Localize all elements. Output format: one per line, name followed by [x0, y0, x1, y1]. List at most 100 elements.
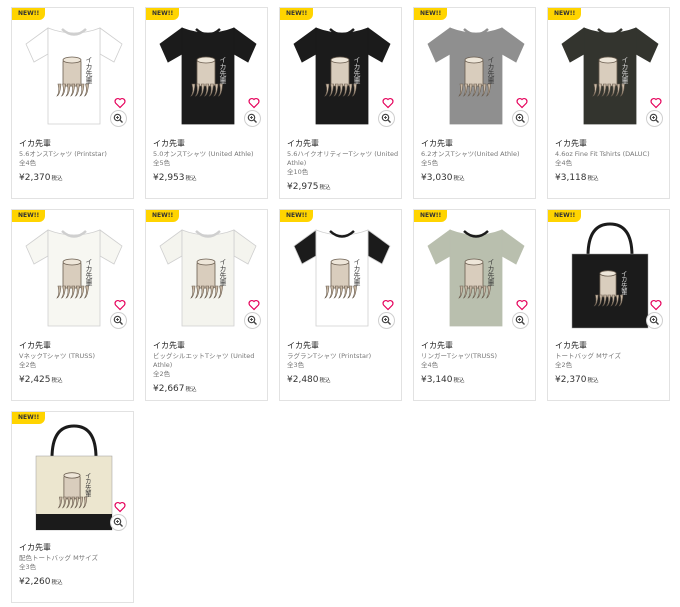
color-count: 全5色 [421, 159, 439, 167]
product-name[interactable]: イカ先輩 [19, 340, 131, 351]
sleeve-left [159, 27, 183, 63]
magnifier-icon[interactable] [110, 514, 127, 531]
heart-icon[interactable] [516, 94, 528, 109]
color-count: 全2色 [153, 370, 171, 378]
heart-icon[interactable] [650, 94, 662, 109]
heart-icon[interactable] [248, 296, 260, 311]
color-count: 全3色 [287, 361, 305, 369]
tax-label: 税込 [453, 378, 465, 384]
sleeve-left [25, 27, 49, 63]
product-name[interactable]: イカ先輩 [153, 340, 265, 351]
sleeve-left [427, 27, 451, 63]
price-value: ¥2,370 [19, 173, 51, 183]
price-value: ¥2,975 [287, 182, 319, 192]
tax-label: 税込 [51, 176, 63, 182]
magnifier-icon[interactable] [512, 110, 529, 127]
magnifier-icon[interactable] [244, 312, 261, 329]
design-text: イカ先輩 [487, 258, 495, 287]
product-name[interactable]: イカ先輩 [421, 138, 533, 149]
product-type: トートバッグ Mサイズ [555, 352, 621, 360]
product-name[interactable]: イカ先輩 [421, 340, 533, 351]
product-card[interactable]: NEW!! イカ先輩 イカ先輩 5.0オンスTシャツ (United Athle) 全5… [145, 7, 268, 199]
product-type: ビッグシルエットTシャツ (United Athle) [153, 352, 255, 369]
product-price: ¥2,667税込 [153, 383, 265, 396]
product-info: イカ先輩 ビッグシルエットTシャツ (United Athle) 全2色 ¥2,667… [153, 340, 265, 396]
product-card[interactable]: NEW!! イカ先輩 イカ先輩 ビッグシルエットTシャツ (United Athle)… [145, 209, 268, 401]
magnifier-icon[interactable] [110, 110, 127, 127]
product-info: イカ先輩 リンガーTシャツ(TRUSS) 全4色 ¥3,140税込 [421, 340, 533, 387]
product-card[interactable]: NEW!! イカ先輩 イカ先輩 リンガーTシャツ(TRUSS) 全4色 ¥3,140税込 [413, 209, 536, 401]
product-name[interactable]: イカ先輩 [555, 340, 667, 351]
color-count: 全4色 [421, 361, 439, 369]
product-card[interactable]: NEW!! イカ先輩 イカ先輩 5.6ハイクオリティーTシャツ (United Ath… [279, 7, 402, 199]
magnifier-icon[interactable] [646, 312, 663, 329]
magnifier-icon[interactable] [110, 312, 127, 329]
product-card[interactable]: NEW!! イカ先輩 イカ先輩 VネックTシャツ (TRUSS) 全2色 ¥2,425税込 [11, 209, 134, 401]
price-value: ¥2,260 [19, 577, 51, 587]
price-value: ¥2,667 [153, 384, 185, 394]
heart-icon[interactable] [114, 296, 126, 311]
product-info: イカ先輩 VネックTシャツ (TRUSS) 全2色 ¥2,425税込 [19, 340, 131, 387]
product-type: ラグランTシャツ (Printstar) [287, 352, 372, 360]
magnifier-icon[interactable] [244, 110, 261, 127]
sleeve-right [367, 229, 391, 265]
design-text: イカ先輩 [620, 270, 627, 296]
price-value: ¥3,030 [421, 173, 453, 183]
heart-icon[interactable] [382, 94, 394, 109]
product-price: ¥2,370税込 [19, 172, 131, 185]
design-text: イカ先輩 [353, 56, 361, 85]
heart-icon[interactable] [114, 498, 126, 513]
magnifier-icon[interactable] [378, 312, 395, 329]
product-card[interactable]: NEW!! イカ先輩 イカ先輩 4.6oz Fine Fit Tshirts (DAL… [547, 7, 670, 199]
product-info: イカ先輩 4.6oz Fine Fit Tshirts (DALUC) 全4色 ¥3,… [555, 138, 667, 185]
magnifier-icon[interactable] [512, 312, 529, 329]
magnifier-icon[interactable] [646, 110, 663, 127]
product-type: 5.0オンスTシャツ (United Athle) [153, 150, 254, 158]
product-price: ¥2,975税込 [287, 181, 399, 194]
product-name[interactable]: イカ先輩 [287, 340, 399, 351]
product-info: イカ先輩 5.6オンスTシャツ (Printstar) 全4色 ¥2,370税込 [19, 138, 131, 185]
design-text: イカ先輩 [219, 56, 227, 85]
product-card[interactable]: NEW!! イカ先輩 イカ先輩 ラグランTシャツ (Printstar) 全3色 ¥2,4… [279, 209, 402, 401]
price-value: ¥2,425 [19, 375, 51, 385]
heart-icon[interactable] [382, 296, 394, 311]
heart-icon[interactable] [114, 94, 126, 109]
design-text: イカ先輩 [85, 258, 93, 287]
product-type: 配色トートバッグ Mサイズ [19, 554, 98, 562]
magnifier-icon[interactable] [378, 110, 395, 127]
product-name[interactable]: イカ先輩 [287, 138, 399, 149]
sleeve-left [293, 27, 317, 63]
design-text: イカ先輩 [621, 56, 629, 85]
product-type: 5.6ハイクオリティーTシャツ (United Athle) [287, 150, 399, 167]
product-price: ¥3,118税込 [555, 172, 667, 185]
sleeve-right [501, 27, 525, 63]
heart-icon[interactable] [248, 94, 260, 109]
product-card[interactable]: NEW!! イカ先輩 イカ先輩 5.6オンスTシャツ (Printstar) 全4色 ¥2… [11, 7, 134, 199]
product-card[interactable]: NEW!! イカ先輩 イカ先輩 6.2オンスTシャツ(United Athle) 全5色… [413, 7, 536, 199]
product-info: イカ先輩 配色トートバッグ Mサイズ 全3色 ¥2,260税込 [19, 542, 131, 589]
product-name[interactable]: イカ先輩 [19, 542, 131, 553]
sleeve-right [635, 27, 659, 63]
product-type: VネックTシャツ (TRUSS) [19, 352, 96, 360]
product-price: ¥2,370税込 [555, 374, 667, 387]
sleeve-right [233, 27, 257, 63]
design-text: イカ先輩 [84, 472, 91, 498]
product-name[interactable]: イカ先輩 [555, 138, 667, 149]
tax-label: 税込 [185, 176, 197, 182]
product-price: ¥2,953税込 [153, 172, 265, 185]
product-price: ¥2,480税込 [287, 374, 399, 387]
product-card[interactable]: NEW!! イカ先輩 イカ先輩 トートバッグ Mサイズ 全2色 ¥2,370税込 [547, 209, 670, 401]
color-count: 全4色 [19, 159, 37, 167]
color-count: 全5色 [153, 159, 171, 167]
heart-icon[interactable] [516, 296, 528, 311]
price-value: ¥2,370 [555, 375, 587, 385]
product-name[interactable]: イカ先輩 [153, 138, 265, 149]
product-price: ¥2,260税込 [19, 576, 131, 589]
product-price: ¥3,030税込 [421, 172, 533, 185]
color-count: 全3色 [19, 563, 37, 571]
product-card[interactable]: NEW!! イカ先輩 イカ先輩 配色トートバッグ Mサイズ 全3色 ¥2,260税込 [11, 411, 134, 603]
product-type: 4.6oz Fine Fit Tshirts (DALUC) [555, 150, 650, 158]
product-name[interactable]: イカ先輩 [19, 138, 131, 149]
heart-icon[interactable] [650, 296, 662, 311]
sleeve-right [367, 27, 391, 63]
